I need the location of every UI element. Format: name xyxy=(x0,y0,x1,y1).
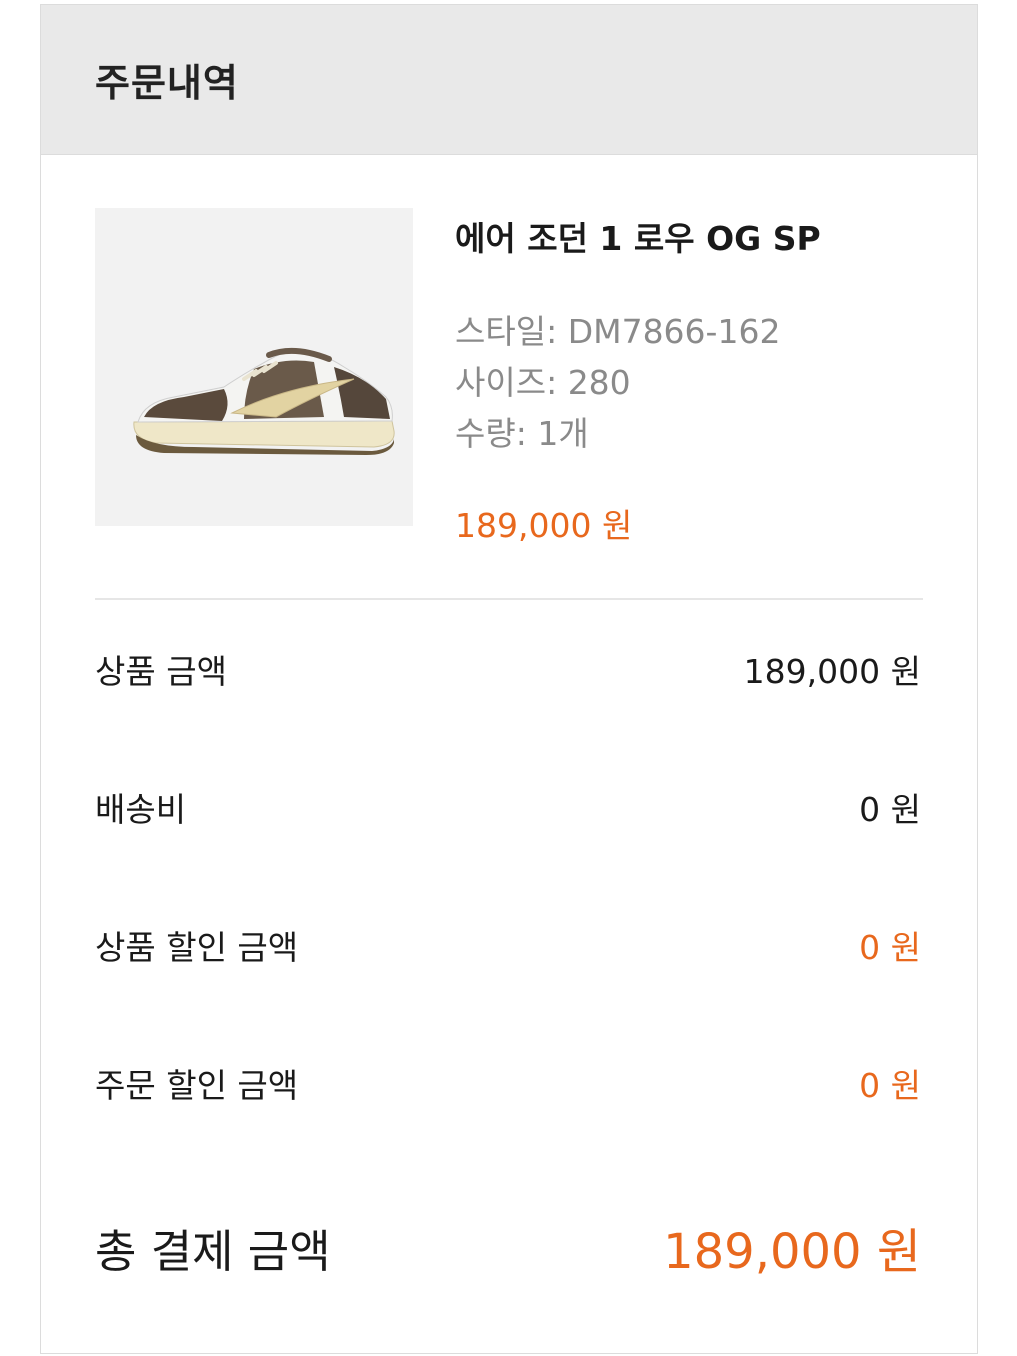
product-item: 에어 조던 1 로우 OG SP 스타일: DM7866-162 사이즈: 28… xyxy=(95,208,925,545)
summary-row-order-discount: 주문 할인 금액 0 원 xyxy=(95,1053,921,1113)
section-divider xyxy=(95,598,923,600)
summary-row-product-discount: 상품 할인 금액 0 원 xyxy=(95,915,921,975)
product-size: 사이즈: 280 xyxy=(455,363,631,402)
summary-row-item-price: 상품 금액 189,000 원 xyxy=(95,639,921,699)
summary-value: 189,000 원 xyxy=(743,652,921,691)
summary-label: 상품 금액 xyxy=(95,652,227,691)
summary-label: 주문 할인 금액 xyxy=(95,1066,299,1105)
total-value: 189,000 원 xyxy=(663,1224,921,1280)
product-image[interactable] xyxy=(95,208,413,526)
product-options: 스타일: DM7866-162 사이즈: 280 수량: 1개 xyxy=(455,306,925,459)
total-label: 총 결제 금액 xyxy=(95,1224,331,1278)
summary-label: 배송비 xyxy=(95,790,187,829)
order-summary-card: 주문내역 에어 조던 1 로우 OG SP 스타일: DM7866-162 사이… xyxy=(40,4,978,1354)
product-style: 스타일: DM7866-162 xyxy=(455,312,781,351)
product-name[interactable]: 에어 조던 1 로우 OG SP xyxy=(455,212,925,260)
product-info: 에어 조던 1 로우 OG SP 스타일: DM7866-162 사이즈: 28… xyxy=(455,208,925,547)
summary-label: 상품 할인 금액 xyxy=(95,928,299,967)
total-row: 총 결제 금액 189,000 원 xyxy=(95,1209,921,1285)
summary-value: 0 원 xyxy=(859,790,921,829)
order-header: 주문내역 xyxy=(41,5,977,155)
sneaker-image xyxy=(133,347,395,455)
summary-value: 0 원 xyxy=(859,1066,921,1105)
summary-value: 0 원 xyxy=(859,928,921,967)
product-quantity: 수량: 1개 xyxy=(455,414,589,453)
summary-row-shipping: 배송비 0 원 xyxy=(95,777,921,837)
product-price: 189,000 원 xyxy=(455,506,633,545)
page-title: 주문내역 xyxy=(95,61,239,105)
